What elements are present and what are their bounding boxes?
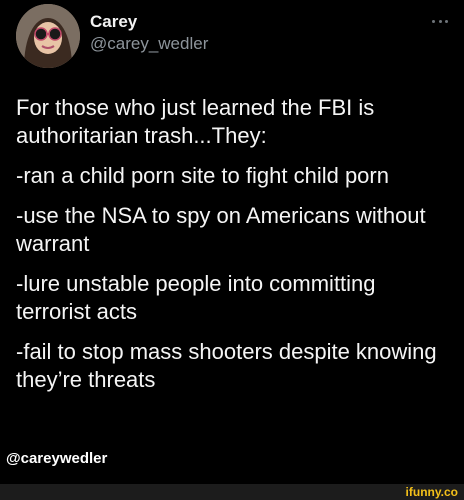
tweet-card: Carey @carey_wedler For those who just l…	[0, 0, 464, 500]
tweet-line: -lure unstable people into committing te…	[16, 271, 376, 324]
tweet-line: For those who just learned the FBI is au…	[16, 95, 375, 148]
more-dot	[445, 19, 448, 23]
tweet-line: -use the NSA to spy on Americans without…	[16, 203, 426, 256]
footer-handle: @careywedler	[6, 450, 108, 467]
ifunny-watermark: ifunny.co	[405, 485, 458, 499]
user-handle[interactable]: @carey_wedler	[90, 34, 208, 54]
more-dot	[432, 19, 435, 23]
avatar[interactable]	[16, 4, 80, 68]
display-name[interactable]: Carey	[90, 12, 137, 32]
more-dot	[438, 19, 442, 23]
tweet-text: For those who just learned the FBI is au…	[16, 94, 456, 406]
avatar-image	[16, 4, 80, 68]
tweet-line: -ran a child porn site to fight child po…	[16, 163, 389, 188]
watermark-bar: ifunny.co	[0, 484, 464, 500]
more-horizontal-icon[interactable]	[432, 18, 448, 24]
tweet-line: -fail to stop mass shooters despite know…	[16, 339, 437, 392]
